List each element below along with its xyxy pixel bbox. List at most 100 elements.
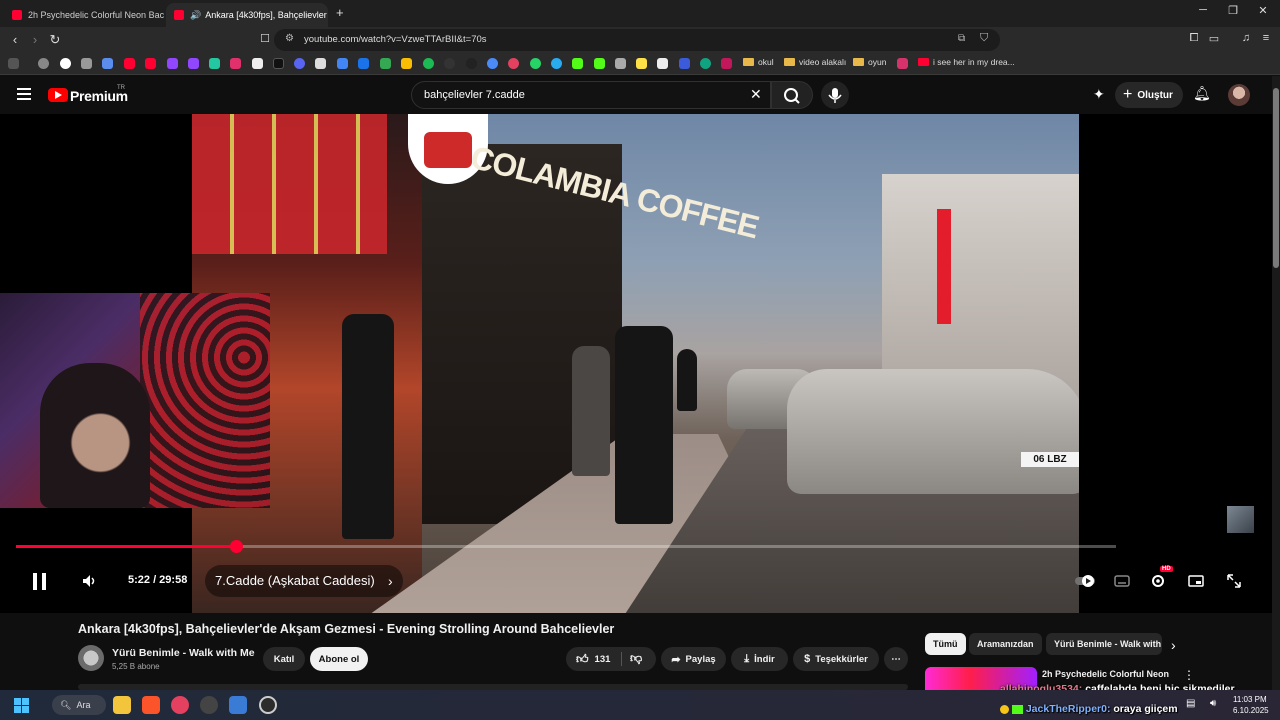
chatgpt-icon[interactable]: [81, 58, 92, 69]
create-button[interactable]: + Oluştur: [1115, 82, 1183, 108]
mini-thumbnail[interactable]: [1227, 506, 1254, 533]
bookmark-link-song[interactable]: i see her in my drea...: [918, 57, 1015, 67]
windows-start-icon[interactable]: [14, 698, 29, 713]
tiktok-icon[interactable]: [273, 58, 284, 69]
recommendation-menu-icon[interactable]: ⋮: [1183, 668, 1195, 682]
youtube-studio-icon[interactable]: [145, 58, 156, 69]
chip-channel[interactable]: Yürü Benimle - Walk with: [1046, 633, 1162, 655]
browser-tab-neon[interactable]: 2h Psychedelic Colorful Neon Backgr: [4, 3, 164, 27]
account-avatar[interactable]: [1228, 84, 1250, 106]
twitch-icon[interactable]: [167, 58, 178, 69]
shield-icon[interactable]: ⛉: [980, 32, 988, 45]
bookmark-diamond-icon[interactable]: [657, 58, 668, 69]
more-actions-button[interactable]: ⋯: [884, 647, 908, 671]
like-count[interactable]: 131: [595, 654, 611, 665]
chevron-right-icon[interactable]: ›: [1171, 637, 1176, 653]
kick-bookmark-icon[interactable]: [209, 58, 220, 69]
brave-browser-icon[interactable]: [142, 696, 160, 714]
photos-icon[interactable]: [721, 58, 732, 69]
bookmark-dark-icon[interactable]: [444, 58, 455, 69]
captions-button[interactable]: [1113, 572, 1131, 590]
progress-scrubber[interactable]: [230, 540, 243, 553]
volume-button[interactable]: [82, 574, 96, 588]
photos-app-icon[interactable]: [229, 696, 247, 714]
new-tab-button[interactable]: +: [336, 5, 344, 20]
github-icon[interactable]: [466, 58, 477, 69]
browser-menu-icon[interactable]: ≡: [1258, 32, 1274, 44]
chip-from-search[interactable]: Aramanızdan: [969, 633, 1042, 655]
media-icon[interactable]: ♫: [1238, 32, 1254, 44]
restore-icon[interactable]: ❐: [1223, 4, 1243, 17]
bookmark-blue-icon[interactable]: [679, 58, 690, 69]
chip-all[interactable]: Tümü: [925, 633, 966, 655]
gmail-icon[interactable]: [380, 58, 391, 69]
like-icon[interactable]: 👍︎: [576, 652, 589, 667]
steam-icon[interactable]: [259, 696, 277, 714]
site-info-icon[interactable]: ⚙: [285, 33, 294, 44]
media-player-icon[interactable]: [171, 696, 189, 714]
drive-folder-icon[interactable]: [401, 58, 412, 69]
gemini-icon[interactable]: [102, 58, 113, 69]
clear-search-icon[interactable]: ✕: [750, 86, 762, 103]
kick-icon[interactable]: [572, 58, 583, 69]
search-button[interactable]: [771, 81, 813, 109]
scrollbar-thumb[interactable]: [1273, 88, 1279, 268]
discord-icon[interactable]: [294, 58, 305, 69]
bookmark-yellow-icon[interactable]: [636, 58, 647, 69]
volume-tray-icon[interactable]: 🔊︎: [1210, 698, 1216, 709]
reload-icon[interactable]: ↻: [47, 32, 63, 48]
miniplayer-button[interactable]: [1187, 572, 1205, 590]
bookmark-pink-icon[interactable]: [897, 58, 908, 69]
bookmark-folder-video[interactable]: video alakalı: [784, 57, 846, 67]
apps-grid-icon[interactable]: [8, 58, 19, 69]
download-button[interactable]: ⤓ İndir: [731, 647, 788, 671]
telegram-icon[interactable]: [551, 58, 562, 69]
openai-icon[interactable]: [700, 58, 711, 69]
bookmark-icon[interactable]: ☐: [257, 32, 273, 45]
gemini-sparkle-icon[interactable]: ✦: [1093, 86, 1105, 103]
hamburger-menu-icon[interactable]: [17, 88, 31, 100]
fullscreen-button[interactable]: [1225, 572, 1243, 590]
history-icon[interactable]: [38, 58, 49, 69]
autoplay-toggle[interactable]: [1074, 572, 1095, 590]
chapter-button[interactable]: 7.Cadde (Aşkabat Caddesi) ›: [205, 565, 403, 597]
minimize-icon[interactable]: ─: [1193, 4, 1213, 16]
notifications-bell-icon[interactable]: 🔔︎: [1193, 85, 1211, 102]
browser-tab-ankara[interactable]: 🔊 Ankara [4k30fps], Bahçelievler ✕: [166, 3, 328, 27]
forward-icon[interactable]: ›: [27, 32, 43, 47]
spotify-icon[interactable]: [423, 58, 434, 69]
twitch-dashboard-icon[interactable]: [188, 58, 199, 69]
drive-icon[interactable]: [337, 58, 348, 69]
join-button[interactable]: Katıl: [263, 647, 305, 671]
bookmark-folder-okul[interactable]: okul: [743, 57, 774, 67]
share-button[interactable]: ➦ Paylaş: [661, 647, 726, 671]
channel-name[interactable]: Yürü Benimle - Walk with Me: [112, 647, 255, 659]
youtube-logo-icon[interactable]: [48, 88, 68, 102]
youtube-bookmark-icon[interactable]: [124, 58, 135, 69]
recommendation-title[interactable]: 2h Psychedelic Colorful Neon: [1042, 669, 1169, 679]
bookmark-red-icon[interactable]: [508, 58, 519, 69]
messenger-icon[interactable]: [487, 58, 498, 69]
page-scrollbar[interactable]: [1272, 76, 1280, 690]
video-player[interactable]: COLAMBIA COFFEE 06 LBZ 5:22 / 29:58 7.Ca…: [0, 114, 1272, 613]
settings-button[interactable]: [1149, 572, 1167, 590]
pause-button[interactable]: [33, 573, 47, 590]
dislike-icon[interactable]: 👎︎: [630, 651, 642, 666]
whatsapp-icon[interactable]: [530, 58, 541, 69]
open-external-icon[interactable]: ⧉: [958, 33, 965, 44]
channel-avatar[interactable]: [78, 645, 104, 671]
extensions-icon[interactable]: ⧠: [1186, 32, 1202, 45]
video-frame[interactable]: COLAMBIA COFFEE 06 LBZ: [192, 114, 1079, 613]
instagram-icon[interactable]: [230, 58, 241, 69]
translate-icon[interactable]: [358, 58, 369, 69]
sidebar-icon[interactable]: ▭: [1206, 32, 1222, 45]
x-icon[interactable]: [252, 58, 263, 69]
obs-icon[interactable]: [200, 696, 218, 714]
bookmark-gray-icon[interactable]: [615, 58, 626, 69]
kick-dashboard-icon[interactable]: [594, 58, 605, 69]
progress-bar[interactable]: [16, 540, 1116, 553]
taskbar-search[interactable]: 🔍︎ Ara: [52, 695, 106, 715]
bookmark-misc-icon[interactable]: [315, 58, 326, 69]
google-icon[interactable]: [60, 58, 71, 69]
address-bar[interactable]: ⚙ youtube.com/watch?v=VzweTTArBII&t=70s …: [274, 29, 1000, 51]
